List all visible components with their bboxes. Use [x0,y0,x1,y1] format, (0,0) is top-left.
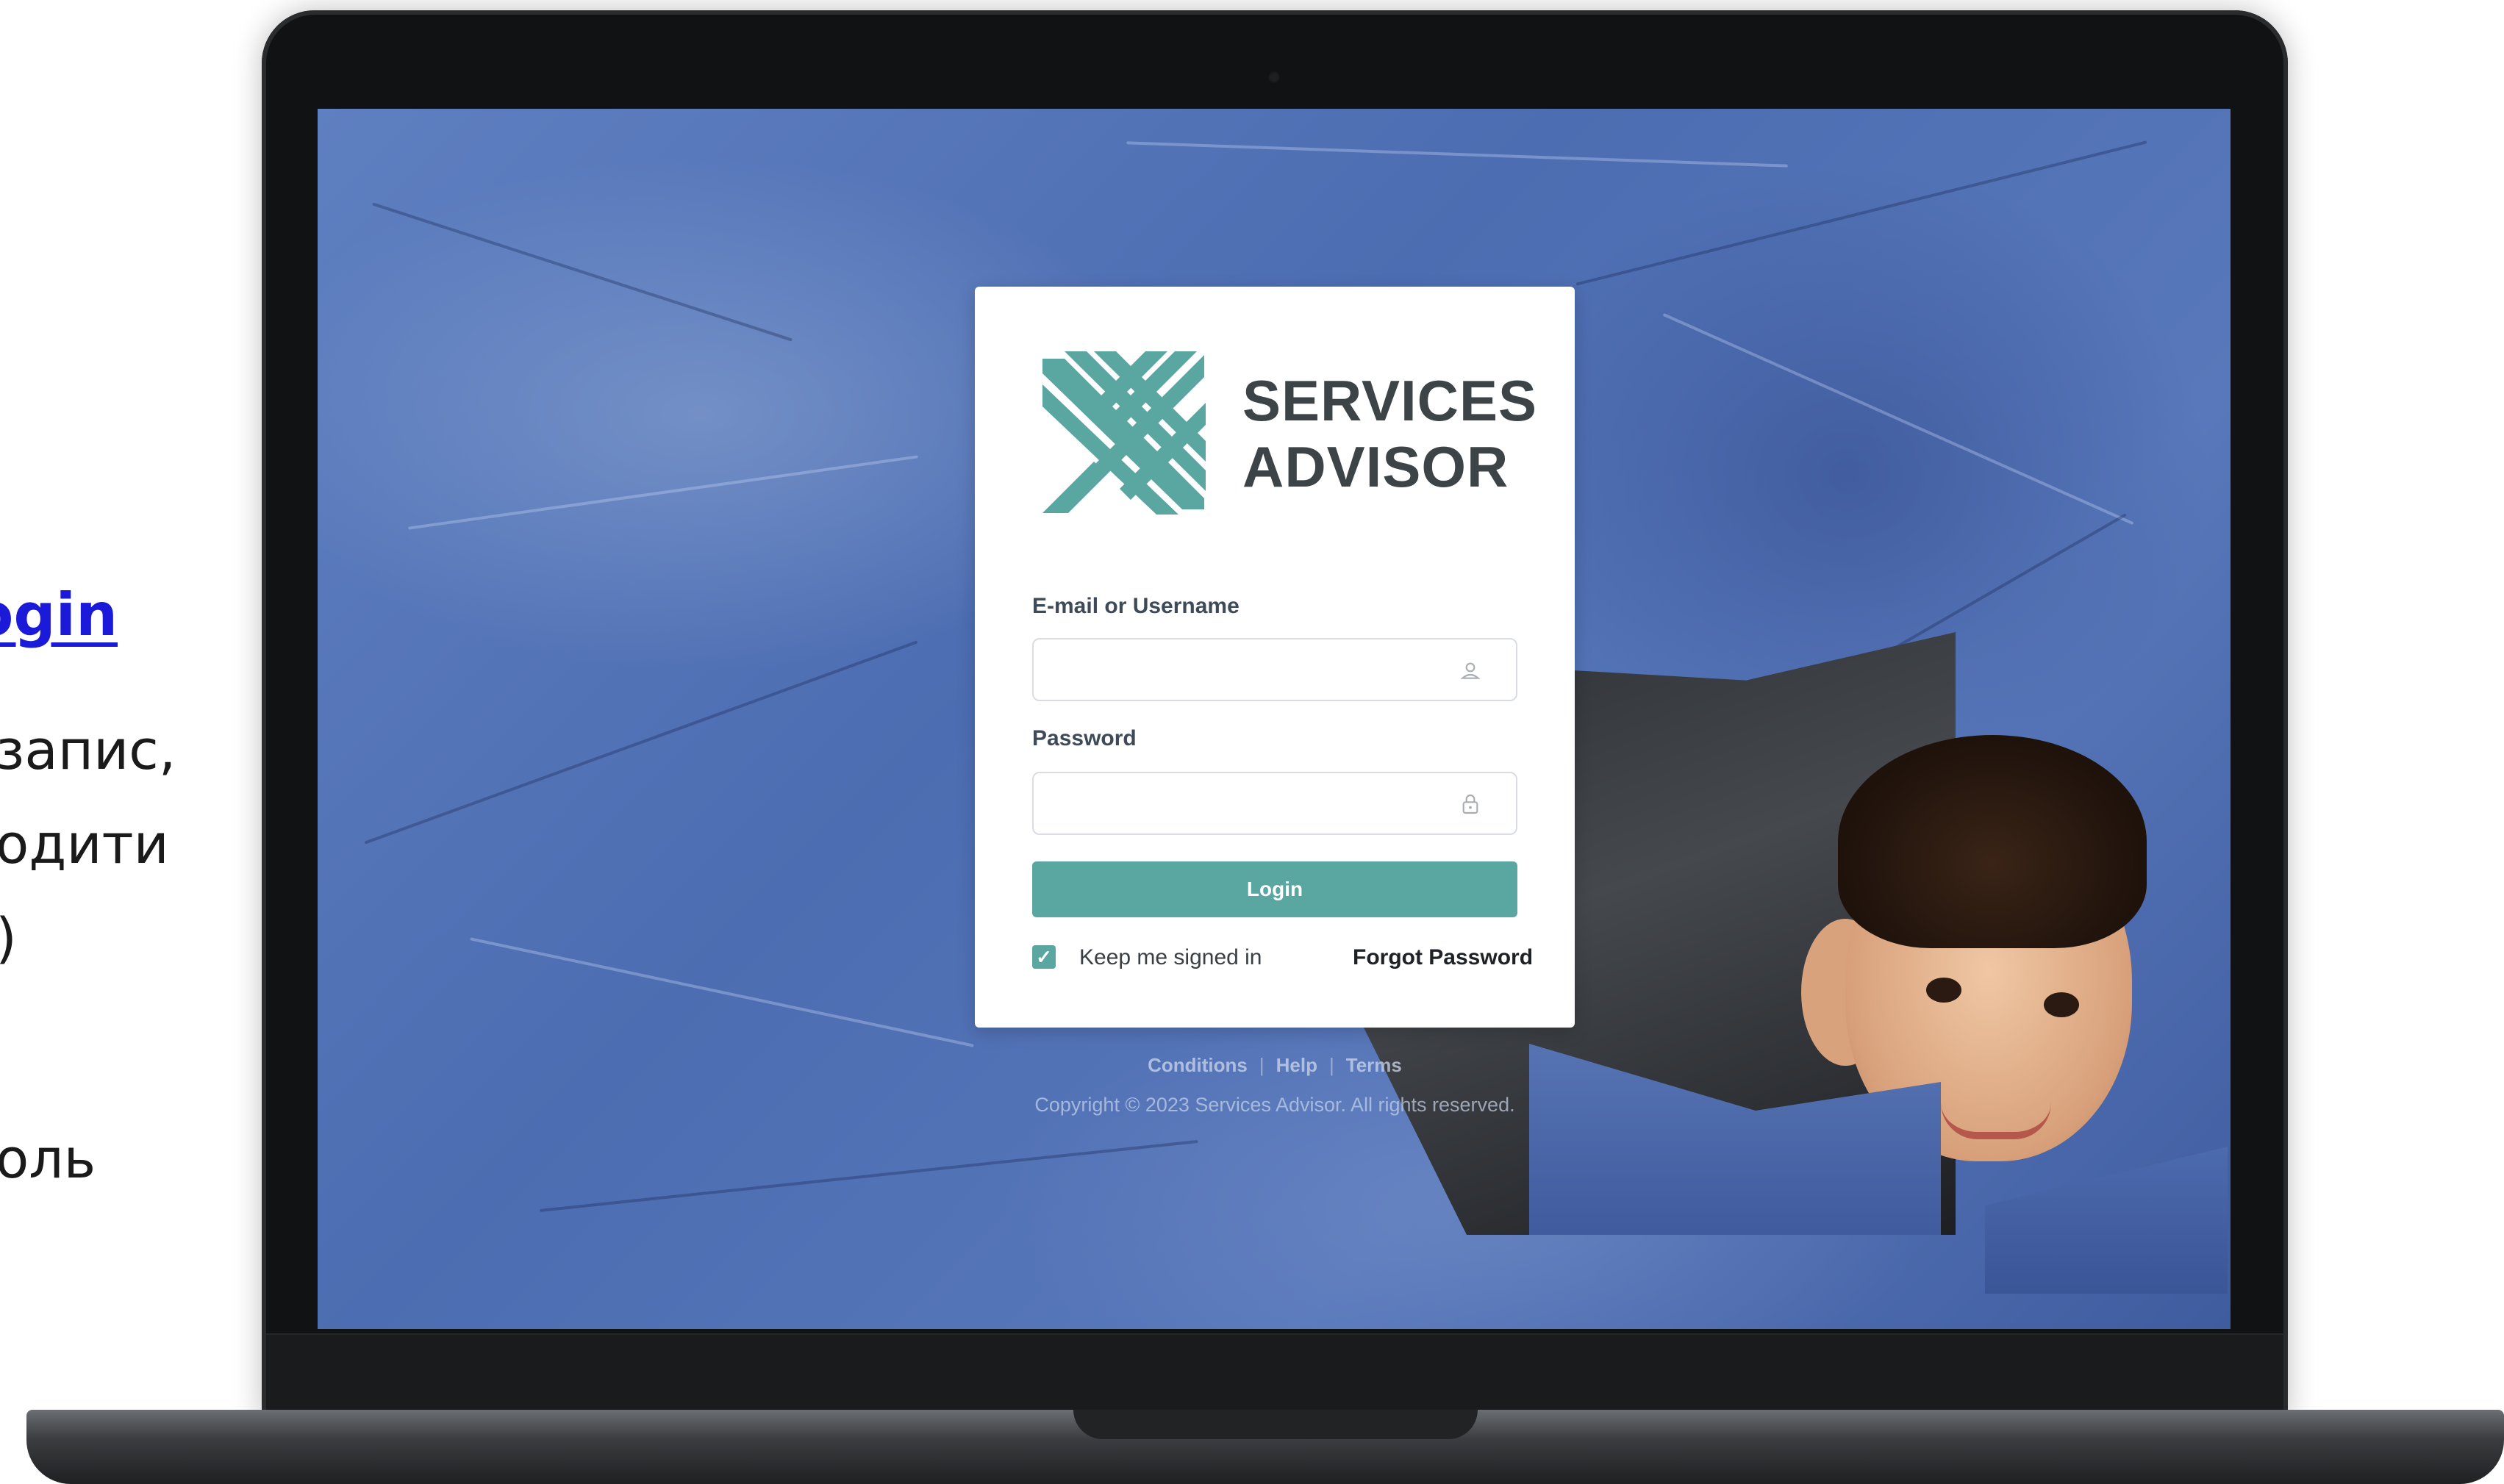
laptop-notch [1073,1410,1478,1439]
brand-line-1: SERVICES [1242,368,1538,433]
footer-link-help[interactable]: Help [1276,1054,1317,1076]
forgot-password-link[interactable]: Forgot Password [1353,945,1533,970]
footer-link-conditions[interactable]: Conditions [1148,1054,1248,1076]
keep-signed-in-checkbox[interactable]: ✓ [1032,945,1056,969]
fabric-crease [408,455,918,530]
brand-wordmark: SERVICES ADVISOR [1242,368,1537,500]
fabric-crease [364,640,918,845]
user-icon [1460,662,1481,679]
check-icon: ✓ [1036,945,1052,968]
slide-text-panel: login запис, одити ) оль [0,0,265,1484]
brand-line-2: ADVISOR [1242,434,1509,499]
footer-separator: | [1329,1054,1334,1076]
slide-text-line: оль [0,1128,96,1191]
services-advisor-logo-icon [1042,351,1206,515]
fabric-crease [372,202,793,342]
fabric-crease [540,1139,1198,1213]
footer-links: Conditions | Help | Terms [975,1054,1575,1077]
fabric-crease [1662,312,2134,526]
child-eye [1926,978,1961,1003]
keep-signed-in-label[interactable]: Keep me signed in [1079,945,1262,970]
copyright-text: Copyright © 2023 Services Advisor. All r… [1034,1094,1515,1116]
login-link[interactable]: login [0,581,118,649]
footer-link-terms[interactable]: Terms [1346,1054,1402,1076]
slide-text-line: ) [0,907,17,970]
login-button[interactable]: Login [1032,861,1517,917]
email-field[interactable] [1032,638,1517,701]
fabric-crease [1126,141,1788,168]
child-hair [1838,735,2147,948]
slide-text-line: одити [0,813,169,876]
slide-text-line: запис, [0,719,176,782]
password-label: Password [1032,726,1137,750]
email-label: E-mail or Username [1032,594,1240,618]
fabric-crease [470,937,974,1047]
camera-icon [1267,71,1281,84]
child-eye [2044,992,2079,1017]
lock-icon [1462,795,1478,814]
password-field[interactable] [1032,772,1517,835]
footer-separator: | [1259,1054,1264,1076]
